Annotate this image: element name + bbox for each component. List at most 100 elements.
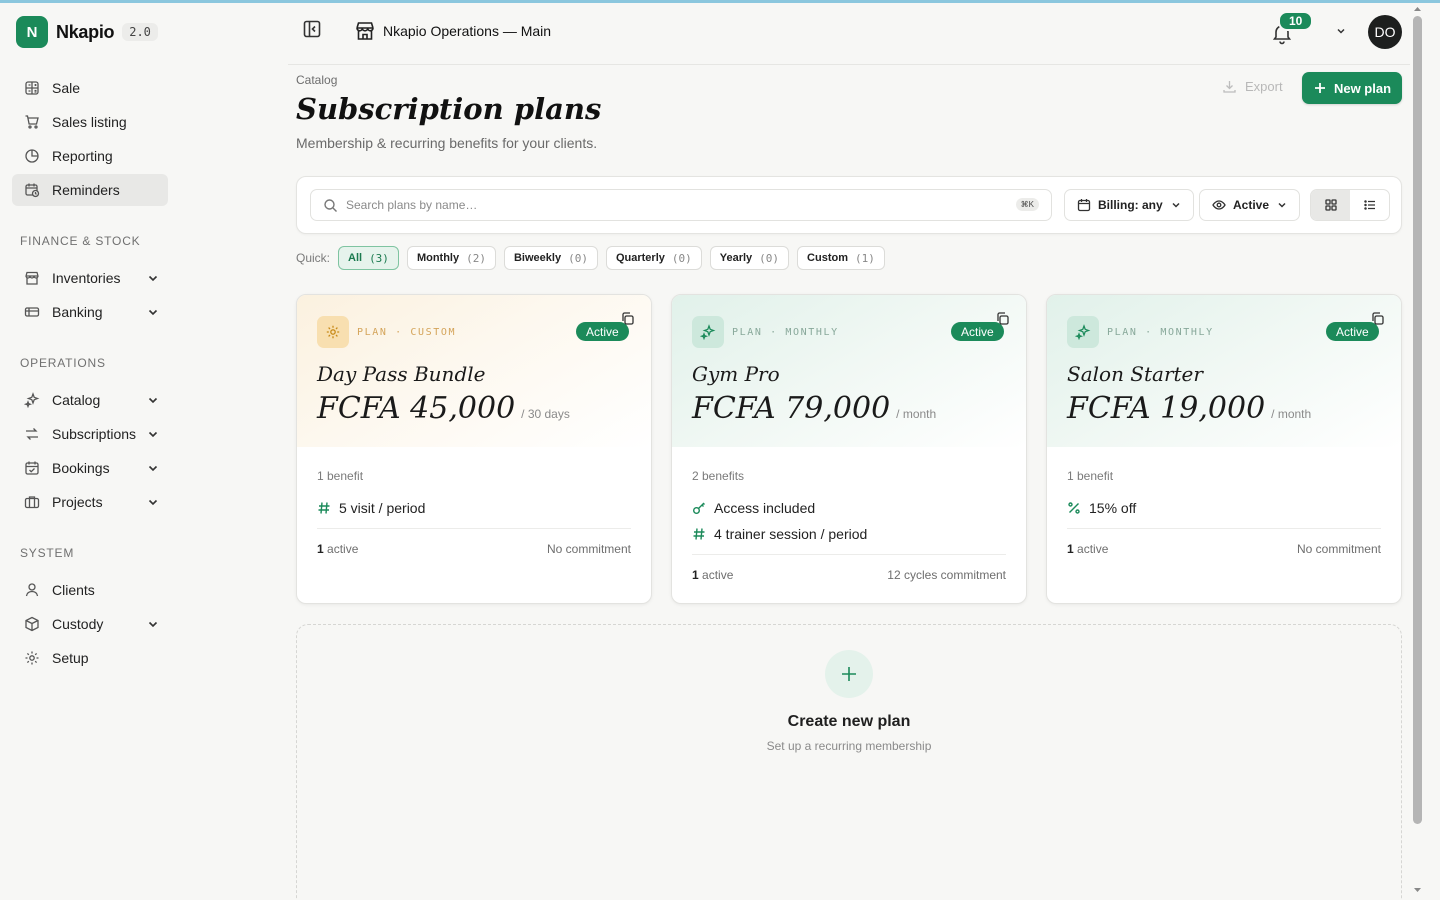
calendar-check-icon — [25, 461, 39, 475]
price-amount: FCFA 79,000 — [692, 391, 891, 426]
chip-count: (0) — [759, 251, 780, 265]
sidebar-item-label: Inventories — [52, 270, 121, 286]
create-plan-plus-button[interactable] — [825, 650, 873, 698]
sidebar-collapse-icon[interactable] — [302, 19, 322, 39]
chip-quarterly[interactable]: Quarterly (0) — [605, 246, 702, 270]
chevron-down-icon[interactable] — [146, 495, 160, 509]
grid-icon — [1324, 199, 1337, 211]
create-plan-subtitle: Set up a recurring membership — [766, 739, 932, 753]
scroll-up-arrow-icon[interactable] — [1413, 5, 1422, 13]
notification-count-badge: 10 — [1278, 11, 1314, 31]
benefit-item: Access included — [692, 495, 1006, 521]
brand[interactable]: N Nkapio 2.0 — [16, 16, 158, 48]
plan-kind-label: PLAN · CUSTOM — [357, 327, 457, 338]
sidebar-item-banking[interactable]: Banking — [12, 296, 168, 328]
sidebar-item-reminders[interactable]: Reminders — [12, 174, 168, 206]
plan-card-gym-pro[interactable]: PLAN · MONTHLY Active Gym Pro FCFA 79,00… — [671, 294, 1027, 604]
copy-icon[interactable] — [620, 311, 635, 326]
active-label: active — [327, 542, 359, 556]
sidebar-item-inventories[interactable]: Inventories — [12, 262, 168, 294]
sidebar-item-reporting[interactable]: Reporting — [12, 140, 168, 172]
chevron-down-icon[interactable] — [146, 461, 160, 475]
sidebar-item-catalog[interactable]: Catalog — [12, 384, 168, 416]
chevron-down-icon — [1278, 202, 1286, 208]
benefit-list: 15% off — [1067, 495, 1381, 521]
copy-icon[interactable] — [1370, 311, 1385, 326]
chip-label: Quarterly — [615, 252, 665, 264]
chip-label: Biweekly — [513, 252, 562, 264]
sidebar-item-custody[interactable]: Custody — [12, 608, 168, 640]
user-avatar[interactable]: DO — [1368, 15, 1402, 49]
search-box[interactable]: ⌘K — [310, 189, 1052, 221]
benefit-count: 1 benefit — [1067, 469, 1114, 483]
active-count: 1 — [317, 542, 324, 556]
chevron-down-icon[interactable] — [146, 427, 160, 441]
breadcrumb[interactable]: Catalog — [296, 73, 337, 87]
sidebar-item-sales-listing[interactable]: Sales listing — [12, 106, 168, 138]
scrollbar-thumb[interactable] — [1413, 16, 1422, 824]
nav-section-finance: FINANCE & STOCK — [20, 234, 141, 248]
sidebar-item-projects[interactable]: Projects — [12, 486, 168, 518]
workspace-switcher[interactable]: Nkapio Operations — Main — [354, 20, 551, 42]
scroll-down-arrow-icon[interactable] — [1413, 886, 1422, 894]
export-button[interactable]: Export — [1222, 79, 1283, 94]
active-count: 1 — [692, 568, 699, 582]
plan-name: Salon Starter — [1067, 362, 1203, 386]
sidebar-item-label: Setup — [52, 650, 89, 666]
chip-yearly[interactable]: Yearly (0) — [709, 246, 790, 270]
plan-type-badge — [692, 316, 724, 348]
commitment-label: 12 cycles commitment — [887, 568, 1006, 582]
nav-section-system: SYSTEM — [20, 546, 75, 560]
copy-icon[interactable] — [995, 311, 1010, 326]
download-icon — [1223, 81, 1236, 93]
price-period: / month — [1271, 407, 1312, 421]
nav-system: Clients Custody Setup — [12, 574, 168, 676]
chevron-down-icon — [1172, 202, 1180, 208]
sparkles-icon — [24, 392, 40, 408]
page-subtitle: Membership & recurring benefits for your… — [296, 135, 598, 151]
active-subscribers: 1 active — [692, 568, 733, 582]
cart-icon — [25, 115, 39, 129]
sidebar-item-bookings[interactable]: Bookings — [12, 452, 168, 484]
chevron-down-icon[interactable] — [146, 617, 160, 631]
benefit-count: 1 benefit — [317, 469, 364, 483]
plan-type-badge — [317, 316, 349, 348]
status-filter-dropdown[interactable]: Active — [1199, 189, 1301, 221]
plan-card-day-pass-bundle[interactable]: PLAN · CUSTOM Active Day Pass Bundle FCF… — [296, 294, 652, 604]
nav-operations: Catalog Subscriptions Bookings Projects — [12, 384, 168, 520]
sidebar-item-subscriptions[interactable]: Subscriptions — [12, 418, 168, 450]
chevron-down-icon[interactable] — [146, 393, 160, 407]
chevron-down-icon[interactable] — [146, 271, 160, 285]
sidebar-item-setup[interactable]: Setup — [12, 642, 168, 674]
list-view-button[interactable] — [1350, 190, 1389, 220]
sidebar-item-label: Sales listing — [52, 114, 127, 130]
sidebar-item-clients[interactable]: Clients — [12, 574, 168, 606]
plan-price: FCFA 45,000 / 30 days — [317, 391, 570, 426]
chip-custom[interactable]: Custom (1) — [797, 246, 885, 270]
chip-count: (1) — [855, 251, 875, 265]
quick-filter-chips: All (3) Monthly (2) Biweekly (0) Quarterly (… — [338, 246, 893, 270]
benefit-text: 4 trainer session / period — [714, 526, 868, 542]
price-period: / month — [896, 407, 937, 421]
chevron-down-icon[interactable] — [146, 305, 160, 319]
chip-label: Monthly — [416, 252, 460, 264]
sidebar-item-sale[interactable]: Sale — [12, 72, 168, 104]
new-plan-button[interactable]: New plan — [1302, 72, 1402, 104]
create-plan-card[interactable]: Create new plan Set up a recurring membe… — [296, 624, 1402, 900]
search-input[interactable] — [346, 198, 986, 212]
billing-filter-dropdown[interactable]: Billing: any — [1064, 189, 1194, 221]
chip-all[interactable]: All (3) — [338, 246, 399, 270]
card-footer: 1 active 12 cycles commitment — [692, 554, 1006, 582]
grid-view-button[interactable] — [1311, 190, 1350, 220]
page-title: Subscription plans — [296, 92, 602, 126]
store-icon — [356, 22, 374, 40]
chip-monthly[interactable]: Monthly (2) — [406, 246, 496, 270]
chip-biweekly[interactable]: Biweekly (0) — [503, 246, 598, 270]
benefit-count: 2 benefits — [692, 469, 745, 483]
plan-card-salon-starter[interactable]: PLAN · MONTHLY Active Salon Starter FCFA… — [1046, 294, 1402, 604]
search-icon — [324, 198, 337, 212]
hash-icon — [693, 528, 705, 540]
benefit-text: Access included — [714, 500, 816, 516]
filter-bar: ⌘K Billing: any Active — [296, 176, 1402, 234]
chevron-down-icon[interactable] — [1335, 25, 1347, 37]
